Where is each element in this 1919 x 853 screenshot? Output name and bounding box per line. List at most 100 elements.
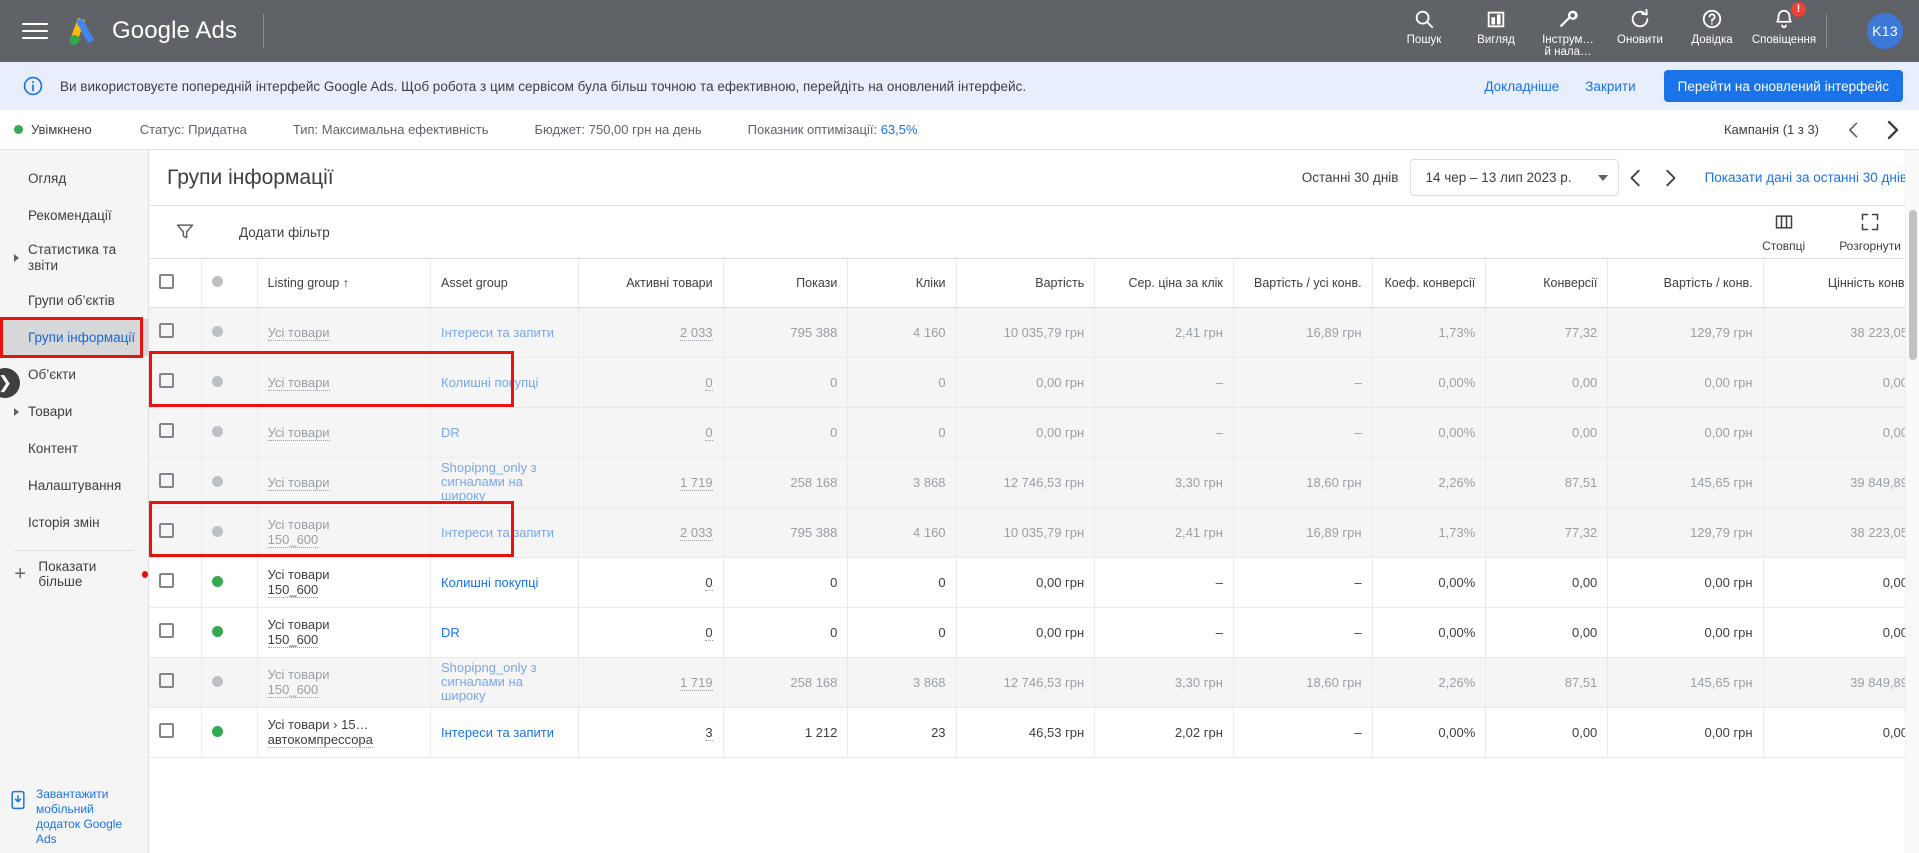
active-products-cell[interactable]: 0 <box>578 407 724 458</box>
asset-group-cell[interactable]: Колишні покупці <box>430 557 580 608</box>
active-products-cell[interactable]: 3 <box>578 707 724 758</box>
sidebar-item-overview[interactable]: Огляд <box>0 160 148 197</box>
listing-group-cell[interactable]: Усі товари › 15… автокомпрессора <box>257 707 432 758</box>
row-checkbox-cell[interactable] <box>149 657 203 708</box>
header-conv-value[interactable]: Цінність конв. <box>1763 259 1919 308</box>
asset-group-cell[interactable]: Shopipng_only з сигналами на широку <box>430 457 580 508</box>
sidebar-item-settings[interactable]: Налаштування <box>0 467 148 504</box>
listing-group-link[interactable]: Усі товари <box>268 617 420 632</box>
active-products-value[interactable]: 0 <box>705 374 713 391</box>
sidebar-show-more-button[interactable]: + Показати більше <box>0 557 148 591</box>
header-active-products[interactable]: Активні товари <box>578 259 724 308</box>
date-prev-button[interactable] <box>1619 161 1653 195</box>
asset-group-link[interactable]: Shopipng_only з сигналами на широку <box>441 461 568 503</box>
header-select-all[interactable] <box>149 259 203 308</box>
sidebar-item-asset-groups[interactable]: Групи об’єктів <box>0 282 148 319</box>
listing-group-sublabel[interactable]: 150_600 <box>267 532 319 548</box>
chevron-left-icon[interactable] <box>1837 113 1871 147</box>
table-row[interactable]: Усі товари 150_600 DR 0 0 0 0,00 грн – – 0,00% 0,0… <box>149 607 1919 658</box>
listing-group-cell[interactable]: Усі товари <box>257 407 432 458</box>
active-products-cell[interactable]: 2 033 <box>578 507 724 558</box>
row-checkbox-cell[interactable] <box>149 407 203 458</box>
header-asset-group[interactable]: Asset group <box>430 259 580 308</box>
row-checkbox[interactable] <box>159 723 174 738</box>
select-all-checkbox[interactable] <box>159 273 174 289</box>
optimization-score-value[interactable]: 63,5% <box>881 122 918 137</box>
top-action-tools[interactable]: Інструм… й нала… <box>1532 0 1604 58</box>
table-row[interactable]: Усі товари DR 0 0 0 0,00 грн – – 0,00% 0,00 0,00 г… <box>149 407 1919 458</box>
asset-group-link[interactable]: Shopipng_only з сигналами на широку <box>441 661 568 703</box>
row-checkbox-cell[interactable] <box>149 707 203 758</box>
header-conversions[interactable]: Конверсії <box>1485 259 1609 308</box>
listing-group-cell[interactable]: Усі товари 150_600 <box>257 557 432 608</box>
top-action-refresh[interactable]: Оновити <box>1604 0 1676 46</box>
row-checkbox-cell[interactable] <box>149 507 203 558</box>
asset-group-link[interactable]: Інтереси та запити <box>441 325 554 340</box>
top-action-search[interactable]: Пошук <box>1388 0 1460 46</box>
active-products-value[interactable]: 0 <box>705 624 713 641</box>
asset-group-cell[interactable]: Інтереси та запити <box>430 707 580 758</box>
row-checkbox[interactable] <box>159 373 174 388</box>
asset-group-link[interactable]: Інтереси та запити <box>441 725 554 740</box>
row-checkbox-cell[interactable] <box>149 357 203 408</box>
row-checkbox-cell[interactable] <box>149 307 203 358</box>
asset-group-link[interactable]: DR <box>441 625 460 640</box>
hamburger-menu-icon[interactable] <box>22 18 48 44</box>
row-checkbox[interactable] <box>159 623 174 638</box>
header-clicks[interactable]: Кліки <box>847 259 957 308</box>
active-products-cell[interactable]: 2 033 <box>578 307 724 358</box>
listing-group-cell[interactable]: Усі товари 150_600 <box>257 607 432 658</box>
add-filter-button[interactable]: Додати фільтр <box>239 225 330 240</box>
header-cost[interactable]: Вартість <box>956 259 1096 308</box>
listing-group-link[interactable]: Усі товари <box>267 474 330 491</box>
vertical-scrollbar[interactable] <box>1905 150 1919 853</box>
sidebar-item-listing-groups[interactable]: Групи інформації <box>0 317 148 358</box>
sidebar-item-assets[interactable]: Об’єкти <box>0 356 148 393</box>
active-products-cell[interactable]: 0 <box>578 557 724 608</box>
notice-close-link[interactable]: Закрити <box>1585 79 1635 94</box>
row-checkbox-cell[interactable] <box>149 607 203 658</box>
listing-group-cell[interactable]: Усі товари 150_600 <box>257 657 432 708</box>
chevron-right-icon[interactable] <box>1875 113 1909 147</box>
table-row[interactable]: Усі товари 150_600 Shopipng_only з сигнала… <box>149 657 1919 708</box>
switch-interface-button[interactable]: Перейти на оновлений інтерфейс <box>1663 70 1903 102</box>
sidebar-item-content[interactable]: Контент <box>0 430 148 467</box>
asset-group-link[interactable]: Колишні покупці <box>441 375 538 390</box>
sidebar-item-recommendations[interactable]: Рекомендації <box>0 197 148 234</box>
row-checkbox[interactable] <box>159 473 174 488</box>
date-range-select[interactable]: 14 чер – 13 лип 2023 р. <box>1410 159 1619 196</box>
active-products-cell[interactable]: 1 719 <box>578 457 724 508</box>
row-checkbox[interactable] <box>159 323 174 338</box>
asset-group-cell[interactable]: DR <box>430 607 580 658</box>
filter-funnel-icon[interactable] <box>175 221 197 243</box>
asset-group-link[interactable]: Інтереси та запити <box>441 525 554 540</box>
asset-group-cell[interactable]: Інтереси та запити <box>430 307 580 358</box>
sidebar-item-statistics-reports[interactable]: Статистика та звіти <box>0 234 148 282</box>
listing-group-cell[interactable]: Усі товари <box>257 457 432 508</box>
active-products-value[interactable]: 1 719 <box>680 474 713 491</box>
scrollbar-thumb[interactable] <box>1909 210 1917 360</box>
listing-group-cell[interactable]: Усі товари 150_600 <box>257 507 432 558</box>
listing-group-cell[interactable]: Усі товари <box>257 357 432 408</box>
expand-button[interactable]: Розгорнути <box>1839 212 1901 253</box>
notice-more-link[interactable]: Докладніше <box>1484 79 1559 94</box>
row-checkbox[interactable] <box>159 573 174 588</box>
header-cost-per-all-conv[interactable]: Вартість / усі конв. <box>1233 259 1373 308</box>
active-products-value[interactable]: 3 <box>705 724 713 741</box>
top-action-view[interactable]: Вигляд <box>1460 0 1532 46</box>
listing-group-link[interactable]: Усі товари <box>268 567 420 582</box>
header-impressions[interactable]: Покази <box>723 259 849 308</box>
table-row[interactable]: Усі товари Колишні покупці 0 0 0 0,00 грн – – 0,… <box>149 357 1919 408</box>
active-products-value[interactable]: 0 <box>705 424 713 441</box>
active-products-value[interactable]: 2 033 <box>680 524 713 541</box>
top-action-notifications[interactable]: ! Сповіщення <box>1748 0 1820 46</box>
avatar[interactable]: K13 <box>1867 13 1903 49</box>
columns-button[interactable]: Стовпці <box>1762 212 1805 253</box>
row-checkbox[interactable] <box>159 523 174 538</box>
listing-group-link[interactable]: Усі товари › 15… <box>268 717 420 732</box>
listing-group-link[interactable]: Усі товари <box>268 667 420 682</box>
listing-group-sublabel[interactable]: 150_600 <box>267 632 319 648</box>
asset-group-cell[interactable]: Shopipng_only з сигналами на широку <box>430 657 580 708</box>
table-row[interactable]: Усі товари › 15… автокомпрессора Інтереси … <box>149 707 1919 758</box>
table-row[interactable]: Усі товари 150_600 Інтереси та запити 2 033… <box>149 507 1919 558</box>
